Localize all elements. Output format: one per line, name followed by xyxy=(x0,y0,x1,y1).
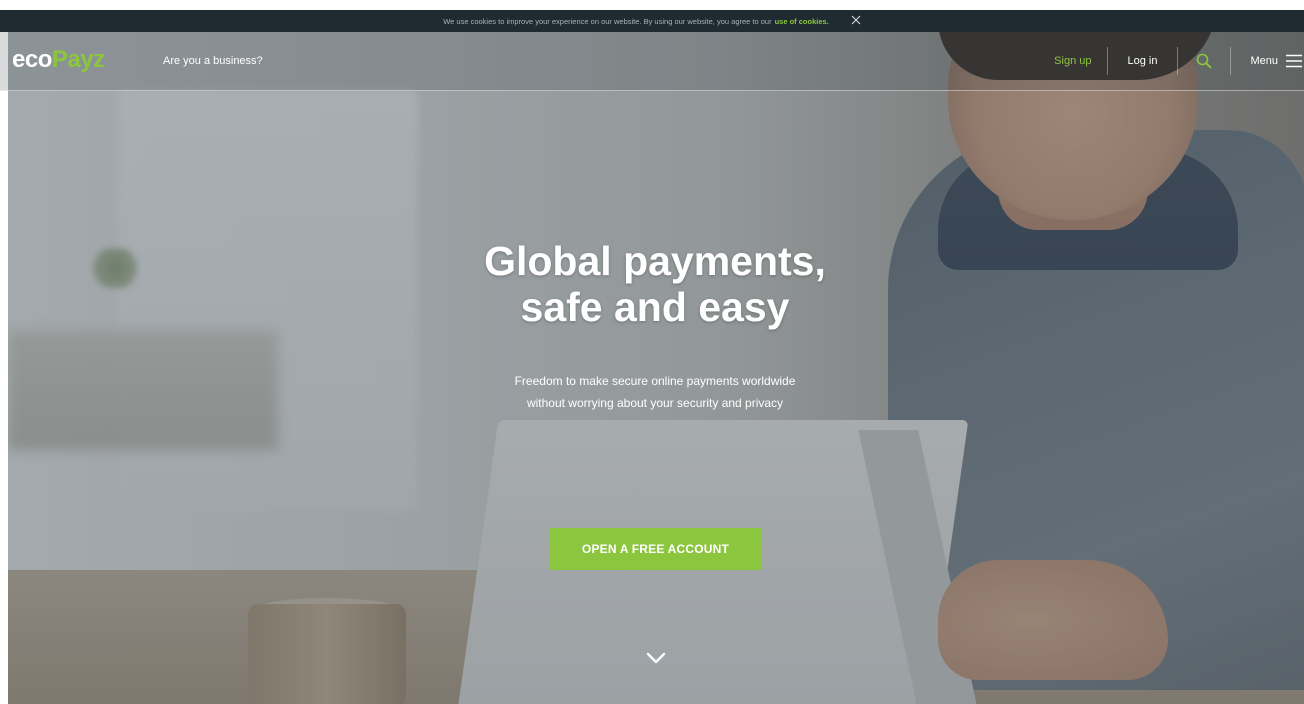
header-nav: Sign up Log in Menu xyxy=(1054,32,1304,90)
hero-subtitle-line1: Freedom to make secure online payments w… xyxy=(514,374,796,388)
hero-title-line1: Global payments, xyxy=(484,238,826,284)
cookie-bar: We use cookies to improve your experienc… xyxy=(0,10,1304,32)
hero-subtitle-line2: without worrying about your security and… xyxy=(526,396,784,410)
menu-label: Menu xyxy=(1250,55,1278,67)
left-strip xyxy=(0,0,8,704)
site-header: ecoPayz Are you a business? Sign up Log … xyxy=(0,32,1304,91)
ecopayz-logo[interactable]: ecoPayz xyxy=(12,48,105,72)
hero-title-line2: safe and easy xyxy=(520,284,790,330)
search-button[interactable] xyxy=(1178,32,1230,90)
close-icon-svg xyxy=(851,15,861,25)
hero-background xyxy=(8,0,1304,704)
hero-overlay xyxy=(8,0,1304,704)
menu-button[interactable]: Menu xyxy=(1231,54,1304,68)
hero-subtitle: Freedom to make secure online payments w… xyxy=(0,370,1304,414)
business-link[interactable]: Are you a business? xyxy=(163,55,263,67)
sign-up-link[interactable]: Sign up xyxy=(1054,55,1107,67)
search-icon xyxy=(1197,53,1212,69)
close-icon[interactable] xyxy=(851,15,861,27)
cookie-text: We use cookies to improve your experienc… xyxy=(443,16,772,26)
top-margin xyxy=(0,0,1304,10)
scroll-down-button[interactable] xyxy=(645,650,667,666)
open-account-button[interactable]: OPEN A FREE ACCOUNT xyxy=(549,528,762,570)
hero-title: Global payments, safe and easy xyxy=(0,238,1304,330)
log-in-link[interactable]: Log in xyxy=(1108,55,1177,67)
logo-eco: eco xyxy=(12,46,52,73)
chevron-down-icon xyxy=(646,652,666,664)
page: We use cookies to improve your experienc… xyxy=(0,0,1304,704)
hamburger-icon xyxy=(1286,54,1302,68)
logo-payz: Payz xyxy=(51,46,105,73)
cookie-policy-link[interactable]: use of cookies. xyxy=(775,17,829,26)
